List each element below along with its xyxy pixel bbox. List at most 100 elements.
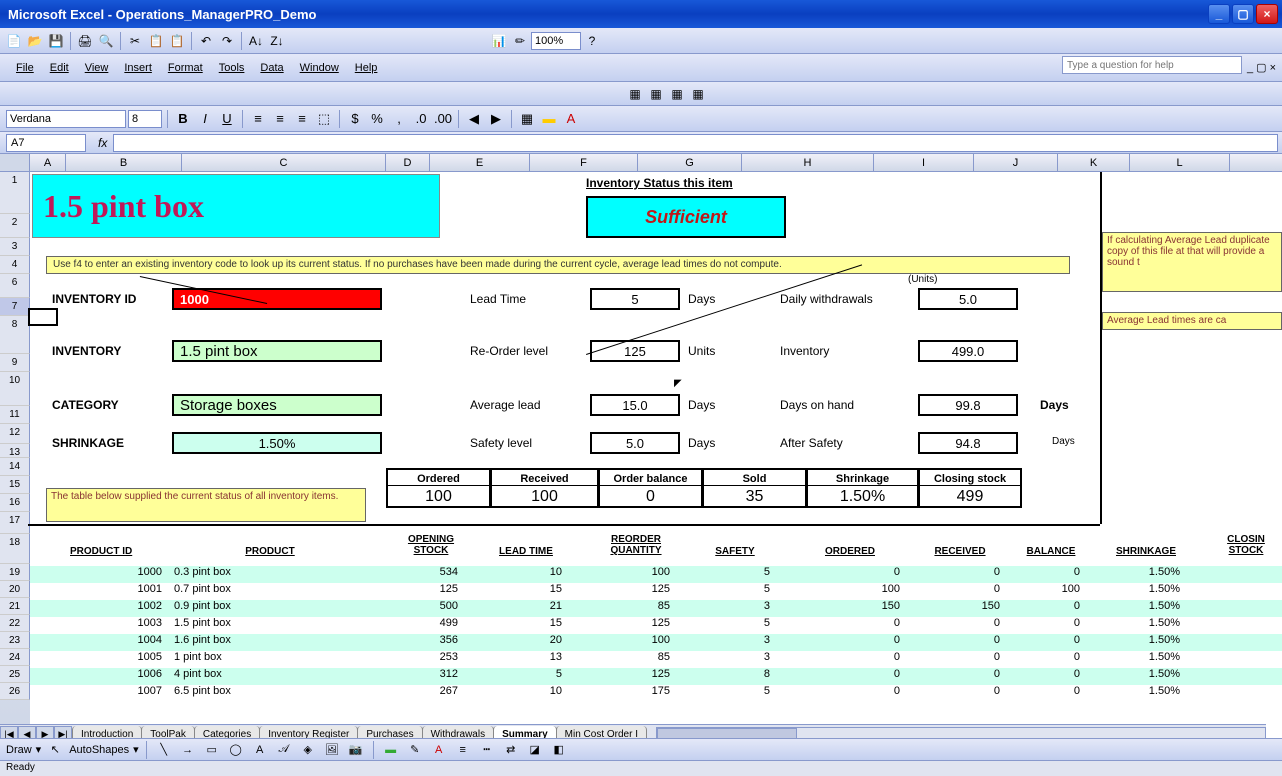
fx-icon[interactable]: fx: [92, 136, 113, 150]
menu-view[interactable]: View: [77, 58, 117, 78]
help-search-input[interactable]: [1062, 56, 1242, 74]
currency-icon[interactable]: $: [345, 109, 365, 129]
bold-button[interactable]: B: [173, 109, 193, 129]
table-row[interactable]: 10010.7 pint box12515125510001001.50%: [30, 583, 1282, 600]
menu-tools[interactable]: Tools: [211, 58, 253, 78]
zoom-select[interactable]: [531, 32, 581, 50]
col-header[interactable]: A: [30, 154, 66, 171]
col-header[interactable]: I: [874, 154, 974, 171]
sort-desc-icon[interactable]: Z↓: [267, 31, 287, 51]
sort-asc-icon[interactable]: A↓: [246, 31, 266, 51]
table-row[interactable]: 10041.6 pint box3562010030001.50%: [30, 634, 1282, 651]
line-icon[interactable]: ╲: [154, 741, 174, 759]
tool-icon[interactable]: ▦: [625, 84, 645, 104]
new-icon[interactable]: 📄: [4, 31, 24, 51]
font-size-select[interactable]: [128, 110, 162, 128]
indent-increase-icon[interactable]: ▶: [486, 109, 506, 129]
cut-icon[interactable]: ✂: [125, 31, 145, 51]
arrow-style-icon[interactable]: ⇄: [501, 741, 521, 759]
open-icon[interactable]: 📂: [25, 31, 45, 51]
increase-decimal-icon[interactable]: .0: [411, 109, 431, 129]
table-row[interactable]: 10064 pint box312512580001.50%: [30, 668, 1282, 685]
menu-insert[interactable]: Insert: [116, 58, 160, 78]
col-header[interactable]: L: [1130, 154, 1230, 171]
diagram-icon[interactable]: ◈: [298, 741, 318, 759]
line-color-icon[interactable]: ✎: [405, 741, 425, 759]
help-icon[interactable]: ?: [582, 31, 602, 51]
menu-edit[interactable]: Edit: [42, 58, 77, 78]
menu-window[interactable]: Window: [292, 58, 347, 78]
font-name-select[interactable]: [6, 110, 126, 128]
table-row[interactable]: 10051 pint box253138530001.50%: [30, 651, 1282, 668]
textbox-icon[interactable]: A: [250, 741, 270, 759]
print-icon[interactable]: 🖨: [75, 31, 95, 51]
table-row[interactable]: 10076.5 pint box2671017550001.50%: [30, 685, 1282, 702]
underline-button[interactable]: U: [217, 109, 237, 129]
select-all-corner[interactable]: [0, 154, 30, 171]
tool-icon[interactable]: ▦: [667, 84, 687, 104]
col-header[interactable]: J: [974, 154, 1058, 171]
spreadsheet-grid[interactable]: 1 2 3 4 6 7 8 9 10 11 12 13 14 15 16 17 …: [0, 172, 1282, 724]
percent-icon[interactable]: %: [367, 109, 387, 129]
menu-format[interactable]: Format: [160, 58, 211, 78]
merge-icon[interactable]: ⬚: [314, 109, 334, 129]
comma-icon[interactable]: ,: [389, 109, 409, 129]
autoshapes-menu[interactable]: AutoShapes: [69, 744, 129, 756]
oval-icon[interactable]: ◯: [226, 741, 246, 759]
borders-icon[interactable]: ▦: [517, 109, 537, 129]
menu-file[interactable]: File: [8, 58, 42, 78]
close-button[interactable]: ×: [1256, 4, 1278, 24]
table-row[interactable]: 10020.9 pint box5002185315015001.50%: [30, 600, 1282, 617]
italic-button[interactable]: I: [195, 109, 215, 129]
fill-color-icon[interactable]: ▬: [539, 109, 559, 129]
col-header[interactable]: C: [182, 154, 386, 171]
col-header[interactable]: E: [430, 154, 530, 171]
undo-icon[interactable]: ↶: [196, 31, 216, 51]
col-header[interactable]: K: [1058, 154, 1130, 171]
col-header[interactable]: G: [638, 154, 742, 171]
fill-color-icon[interactable]: ▬: [381, 741, 401, 759]
indent-decrease-icon[interactable]: ◀: [464, 109, 484, 129]
menu-data[interactable]: Data: [252, 58, 291, 78]
picture-icon[interactable]: 📷: [346, 741, 366, 759]
align-center-icon[interactable]: ≡: [270, 109, 290, 129]
arrow-icon[interactable]: →: [178, 741, 198, 759]
table-row[interactable]: 10000.3 pint box5341010050001.50%: [30, 566, 1282, 583]
menu-help[interactable]: Help: [347, 58, 386, 78]
inventory-id-value[interactable]: 1000: [172, 288, 382, 310]
font-color-icon[interactable]: A: [561, 109, 581, 129]
window-titlebar[interactable]: Microsoft Excel - Operations_ManagerPRO_…: [0, 0, 1282, 28]
save-icon[interactable]: 💾: [46, 31, 66, 51]
table-row[interactable]: 10031.5 pint box4991512550001.50%: [30, 617, 1282, 634]
clipart-icon[interactable]: 🖼: [322, 741, 342, 759]
rectangle-icon[interactable]: ▭: [202, 741, 222, 759]
dash-style-icon[interactable]: ┅: [477, 741, 497, 759]
preview-icon[interactable]: 🔍: [96, 31, 116, 51]
tool-icon[interactable]: ▦: [646, 84, 666, 104]
chart-icon[interactable]: 📊: [489, 31, 509, 51]
col-header[interactable]: B: [66, 154, 182, 171]
col-header[interactable]: D: [386, 154, 430, 171]
paste-icon[interactable]: 📋: [167, 31, 187, 51]
cell-area[interactable]: 1.5 pint box Inventory Status this item …: [30, 172, 1282, 724]
maximize-button[interactable]: ▢: [1232, 4, 1254, 24]
shadow-icon[interactable]: ◪: [525, 741, 545, 759]
draw-menu[interactable]: Draw: [6, 744, 32, 756]
3d-icon[interactable]: ◧: [549, 741, 569, 759]
select-objects-icon[interactable]: ↖: [45, 741, 65, 759]
font-color-icon[interactable]: A: [429, 741, 449, 759]
drawing-icon[interactable]: ✏: [510, 31, 530, 51]
wordart-icon[interactable]: 𝒜: [274, 741, 294, 759]
align-left-icon[interactable]: ≡: [248, 109, 268, 129]
align-right-icon[interactable]: ≡: [292, 109, 312, 129]
copy-icon[interactable]: 📋: [146, 31, 166, 51]
name-box[interactable]: [6, 134, 86, 152]
col-header[interactable]: F: [530, 154, 638, 171]
formula-input[interactable]: [113, 134, 1278, 152]
minimize-button[interactable]: _: [1208, 4, 1230, 24]
line-style-icon[interactable]: ≡: [453, 741, 473, 759]
redo-icon[interactable]: ↷: [217, 31, 237, 51]
tool-icon[interactable]: ▦: [688, 84, 708, 104]
decrease-decimal-icon[interactable]: .00: [433, 109, 453, 129]
col-header[interactable]: H: [742, 154, 874, 171]
